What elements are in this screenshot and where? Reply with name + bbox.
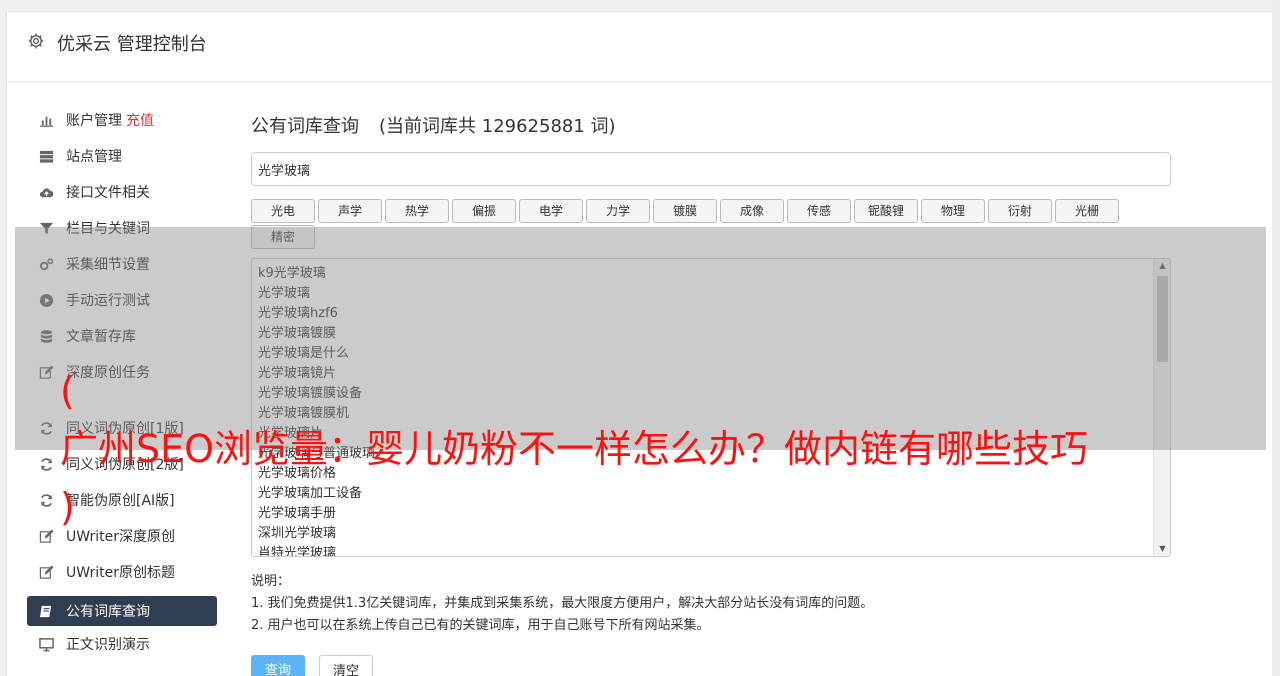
overlay-headline: ( 广州SEO浏览量：婴儿奶粉不一样怎么办？做内链有哪些技巧 ) bbox=[60, 369, 1089, 529]
scroll-down-icon[interactable]: ▼ bbox=[1154, 542, 1170, 556]
sidebar-item-label: 账户管理 bbox=[66, 113, 122, 129]
tag-button[interactable]: 光栅 bbox=[1055, 199, 1119, 223]
sidebar-item-label: 接口文件相关 bbox=[66, 185, 150, 201]
sidebar-item[interactable]: 账户管理 充值 bbox=[27, 102, 217, 138]
gear-icon bbox=[27, 32, 45, 50]
tag-button[interactable]: 成像 bbox=[720, 199, 784, 223]
page-title-text: 公有词库查询 bbox=[251, 116, 359, 137]
action-buttons: 查询 清空 bbox=[251, 655, 1171, 676]
sidebar-item-label: 站点管理 bbox=[66, 149, 122, 165]
query-button[interactable]: 查询 bbox=[251, 655, 305, 676]
tag-button[interactable]: 传感 bbox=[787, 199, 851, 223]
page-scrollbar[interactable] bbox=[1272, 0, 1280, 676]
sidebar-item[interactable]: 公有词库查询 bbox=[27, 596, 217, 626]
app-title: 优采云 管理控制台 bbox=[57, 34, 207, 55]
note-title: 说明： bbox=[251, 574, 291, 589]
tag-button[interactable]: 偏振 bbox=[452, 199, 516, 223]
monitor-icon bbox=[38, 636, 54, 652]
page-title: 公有词库查询 (当前词库共 129625881 词) bbox=[251, 112, 1171, 140]
sidebar-item[interactable]: 正文识别演示 bbox=[27, 626, 217, 662]
cloud-upload-icon bbox=[38, 184, 54, 200]
tag-button[interactable]: 电学 bbox=[519, 199, 583, 223]
tag-button[interactable]: 物理 bbox=[921, 199, 985, 223]
book-icon bbox=[38, 603, 54, 619]
keyword-search-input[interactable] bbox=[251, 152, 1171, 186]
result-item[interactable]: 肖特光学玻璃 bbox=[258, 544, 1164, 556]
sidebar-item-label: 公有词库查询 bbox=[66, 604, 150, 620]
recharge-link[interactable]: 充值 bbox=[126, 110, 154, 130]
edit-icon bbox=[38, 528, 54, 544]
header: 优采云 管理控制台 bbox=[7, 12, 1272, 82]
tag-button[interactable]: 衍射 bbox=[988, 199, 1052, 223]
sidebar-item-label: UWriter原创标题 bbox=[66, 565, 175, 581]
note-line: 2. 用户也可以在系统上传自己已有的关键词库，用于自己账号下所有网站采集。 bbox=[251, 618, 710, 633]
tag-button[interactable]: 光电 bbox=[251, 199, 315, 223]
refresh-icon bbox=[38, 492, 54, 508]
tag-button[interactable]: 铌酸锂 bbox=[854, 199, 918, 223]
note-line: 1. 我们免费提供1.3亿关键词库，并集成到采集系统，最大限度方便用户，解决大部… bbox=[251, 596, 874, 611]
note-section: 说明： 1. 我们免费提供1.3亿关键词库，并集成到采集系统，最大限度方便用户，… bbox=[251, 571, 1171, 637]
word-count: (当前词库共 129625881 词) bbox=[379, 116, 616, 137]
sidebar-item[interactable]: 接口文件相关 bbox=[27, 174, 217, 210]
tag-button[interactable]: 力学 bbox=[586, 199, 650, 223]
edit-icon bbox=[38, 564, 54, 580]
server-icon bbox=[38, 148, 54, 164]
sidebar-item[interactable]: UWriter原创标题 bbox=[27, 554, 217, 590]
sidebar-item[interactable]: 站点管理 bbox=[27, 138, 217, 174]
sidebar-item-label: 正文识别演示 bbox=[66, 637, 150, 653]
tag-button[interactable]: 热学 bbox=[385, 199, 449, 223]
bar-chart-icon bbox=[38, 112, 54, 128]
tag-button[interactable]: 镀膜 bbox=[653, 199, 717, 223]
clear-button[interactable]: 清空 bbox=[319, 655, 373, 676]
tag-button[interactable]: 声学 bbox=[318, 199, 382, 223]
refresh-icon bbox=[38, 456, 54, 472]
